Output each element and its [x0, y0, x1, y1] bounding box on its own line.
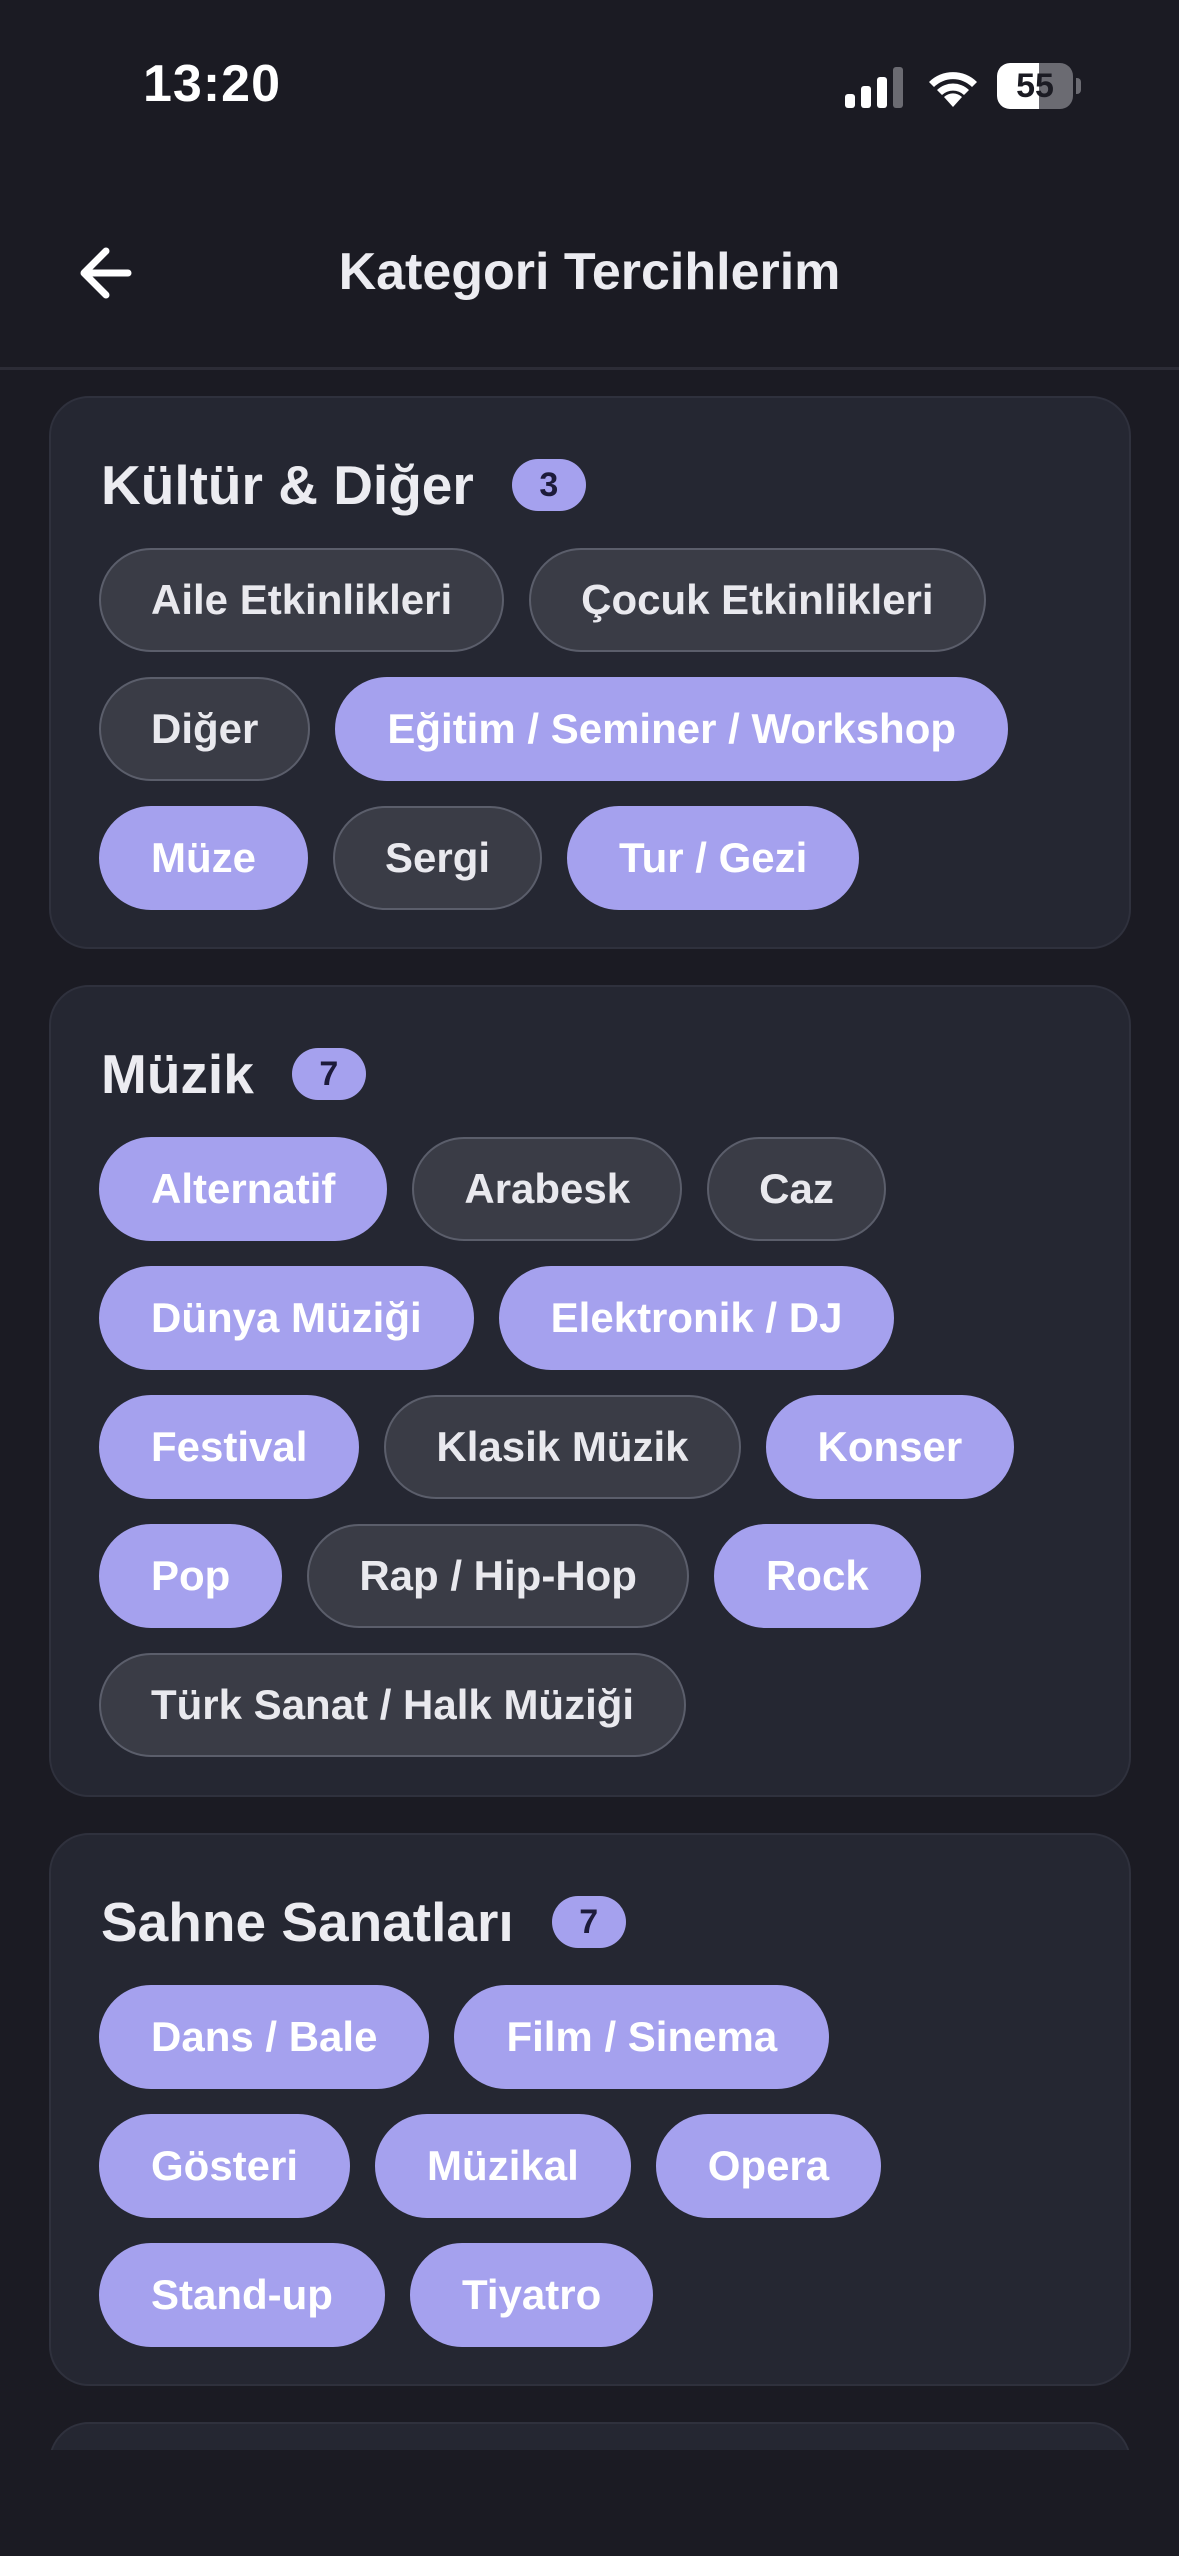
chip-list: Dans / Bale Film / Sinema Gösteri Müzikal Op… [99, 1985, 1099, 2347]
category-group-muzik: Müzik 7 Alternatif Arabesk Caz Dünya Müziği… [49, 985, 1131, 1797]
count-badge: 7 [291, 1048, 366, 1100]
category-chip[interactable]: Dünya Müziği [99, 1266, 474, 1370]
battery-level-text: 55 [1016, 67, 1054, 105]
category-chip[interactable]: Müze [99, 806, 308, 910]
navigation-bar: Kategori Tercihlerim [0, 170, 1179, 370]
category-chip[interactable]: Arabesk [412, 1137, 683, 1241]
category-chip[interactable]: Festival [99, 1395, 360, 1499]
category-list[interactable]: Kültür & Diğer 3 Aile Etkinlikleri Çocuk … [0, 373, 1179, 2450]
group-header: Kültür & Diğer 3 [101, 450, 586, 520]
category-chip[interactable]: Sergi [333, 806, 543, 910]
category-chip[interactable]: Tiyatro [409, 2243, 654, 2347]
wifi-icon [929, 72, 977, 107]
category-chip[interactable]: Elektronik / DJ [498, 1266, 895, 1370]
group-title: Kültür & Diğer [101, 454, 474, 516]
category-group-sahne: Sahne Sanatları 7 Dans / Bale Film / Sine… [49, 1833, 1131, 2386]
category-chip[interactable]: Konser [765, 1395, 1015, 1499]
status-bar: 13:20 55 [0, 0, 1179, 170]
signal-icon [845, 67, 903, 108]
category-chip[interactable]: Gösteri [99, 2114, 351, 2218]
category-chip[interactable]: Diğer [99, 677, 311, 781]
group-title: Müzik [101, 1043, 254, 1105]
category-chip[interactable]: Rap / Hip-Hop [307, 1524, 689, 1628]
screen: 13:20 55 Kategori Tercihlerim Kültür & D… [0, 0, 1179, 2556]
category-chip[interactable]: Caz [707, 1137, 886, 1241]
category-chip[interactable]: Tur / Gezi [567, 806, 860, 910]
battery-icon: 55 [997, 63, 1081, 109]
category-chip[interactable]: Dans / Bale [99, 1985, 430, 2089]
group-header: Sahne Sanatları 7 [101, 1887, 626, 1957]
group-header: Müzik 7 [101, 1039, 366, 1109]
status-time: 13:20 [143, 55, 281, 113]
bottom-safe-area [0, 2450, 1179, 2556]
count-badge: 7 [551, 1896, 626, 1948]
count-badge: 3 [511, 459, 586, 511]
category-group-next [49, 2422, 1131, 2450]
category-chip[interactable]: Rock [713, 1524, 921, 1628]
category-chip[interactable]: Klasik Müzik [384, 1395, 741, 1499]
category-chip[interactable]: Alternatif [99, 1137, 388, 1241]
category-chip[interactable]: Film / Sinema [454, 1985, 830, 2089]
chip-list: Alternatif Arabesk Caz Dünya Müziği Elektron… [99, 1137, 1099, 1757]
category-chip[interactable]: Eğitim / Seminer / Workshop [335, 677, 1009, 781]
page-title: Kategori Tercihlerim [338, 243, 841, 301]
category-chip[interactable]: Çocuk Etkinlikleri [529, 548, 986, 652]
category-chip[interactable]: Aile Etkinlikleri [99, 548, 505, 652]
chip-list: Aile Etkinlikleri Çocuk Etkinlikleri Diğer… [99, 548, 1099, 910]
category-chip[interactable]: Pop [99, 1524, 283, 1628]
category-group-kultur: Kültür & Diğer 3 Aile Etkinlikleri Çocuk … [49, 396, 1131, 949]
category-chip[interactable]: Stand-up [99, 2243, 385, 2347]
category-chip[interactable]: Müzikal [375, 2114, 631, 2218]
group-title: Sahne Sanatları [101, 1891, 514, 1953]
category-chip[interactable]: Opera [655, 2114, 882, 2218]
category-chip[interactable]: Türk Sanat / Halk Müziği [99, 1653, 687, 1757]
